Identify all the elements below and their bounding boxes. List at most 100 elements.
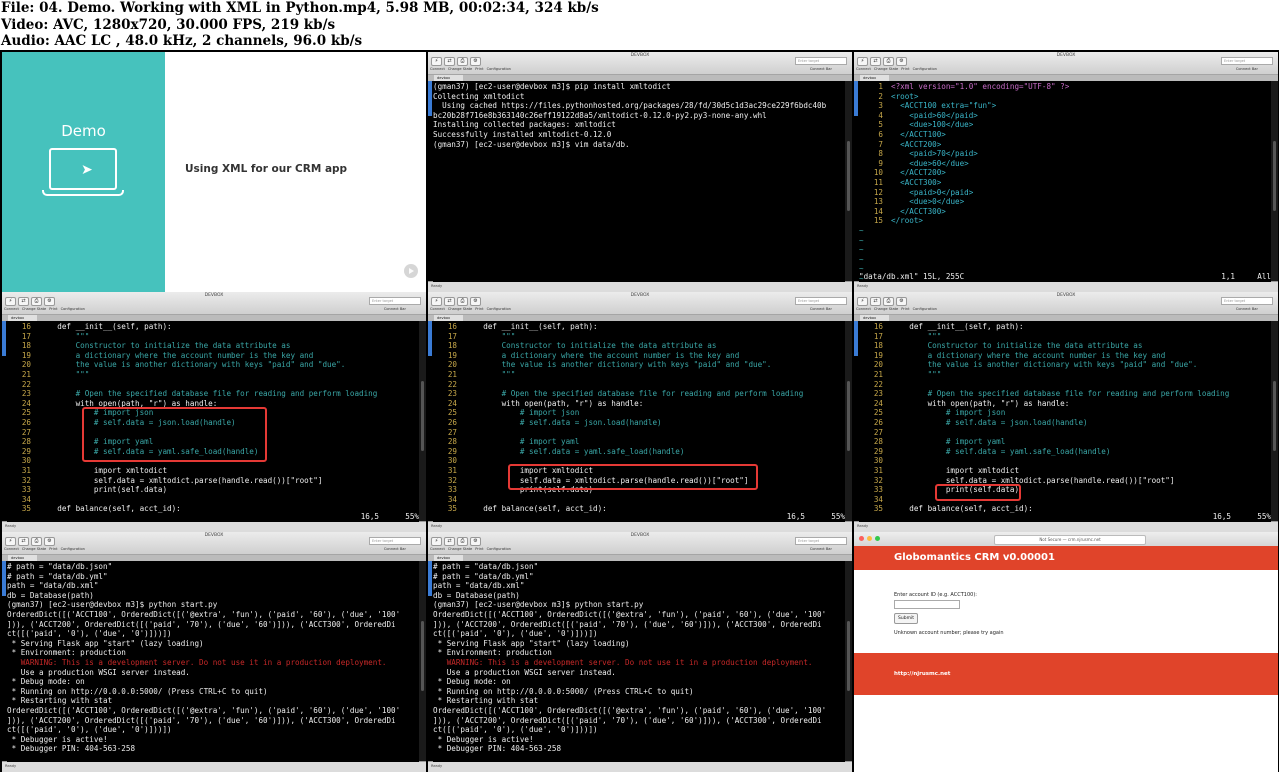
address-bar[interactable]: Not Secure — crm.njrusmc.net [994,535,1146,545]
code-text: # Open the specified database file for r… [465,389,804,399]
tab-devbox[interactable]: devbox [8,315,37,321]
connect-button[interactable]: ⚡ [431,57,442,66]
footer-link[interactable]: http://njrusmc.net [894,671,950,677]
tab-devbox[interactable]: devbox [8,555,37,561]
scrollbar[interactable] [1271,81,1278,282]
terminal-line: * Environment: production [7,648,126,658]
terminal-line: OrderedDict([('ACCT100', OrderedDict([('… [433,609,827,619]
submit-button[interactable]: Submit [894,613,918,624]
scrollbar-thumb[interactable] [847,141,850,211]
code-line: 16 def __init__(self, path): [7,322,419,332]
scrollbar-thumb[interactable] [1273,381,1276,451]
print-button[interactable]: ⎙ [457,297,468,306]
code-text: # import yaml [891,437,1006,447]
window-title: DEVBOX [630,293,650,298]
scrollbar[interactable] [845,561,852,762]
change-state-button[interactable]: ⇄ [18,297,29,306]
find-input[interactable]: Enter target [369,297,421,305]
connect-button[interactable]: ⚡ [5,537,16,546]
change-state-button[interactable]: ⇄ [18,537,29,546]
line-number: 25 [447,408,457,418]
find-input[interactable]: Enter target [795,57,847,65]
change-state-button[interactable]: ⇄ [870,297,881,306]
scrollbar-thumb[interactable] [421,381,424,451]
configuration-button[interactable]: ⚙ [44,297,55,306]
vim-editor[interactable]: 16 def __init__(self, path): 17 """ 18 Con… [859,322,1271,522]
side-panel-tab[interactable] [854,321,858,356]
change-state-button[interactable]: ⇄ [870,57,881,66]
scrollbar[interactable] [1271,321,1278,522]
code-line: 26 # self.data = json.load(handle) [433,418,845,428]
find-input[interactable]: Enter target [369,537,421,545]
account-id-input[interactable] [894,600,960,609]
line-number: 32 [873,475,883,485]
vim-editor[interactable]: 16 def __init__(self, path): 17 """ 18 Con… [433,322,845,522]
change-state-button[interactable]: ⇄ [444,57,455,66]
configuration-button[interactable]: ⚙ [896,57,907,66]
audio-line: Audio: AAC LC , 48.0 kHz, 2 channels, 96… [1,33,363,49]
site-header: Globomantics CRM v0.00001 [854,546,1278,570]
scrollbar[interactable] [845,81,852,282]
connect-button[interactable]: ⚡ [857,57,868,66]
scrollbar-thumb[interactable] [1273,141,1276,211]
app-toolbar: DEVBOX ⚡ ⇄ ⎙ ⚙ Connect Change State Prin… [854,52,1278,75]
scrollbar-thumb[interactable] [847,621,850,691]
print-button[interactable]: ⎙ [457,57,468,66]
print-button[interactable]: ⎙ [31,537,42,546]
side-panel-tab[interactable] [2,561,6,596]
account-id-label: Enter account ID (e.g. ACCT100): [894,592,977,598]
change-state-button[interactable]: ⇄ [444,537,455,546]
side-panel-tab[interactable] [854,81,858,116]
find-input[interactable]: Enter target [1221,297,1273,305]
app-toolbar: DEVBOX ⚡ ⇄ ⎙ ⚙ Connect Change State Prin… [854,292,1278,315]
tab-devbox[interactable]: devbox [434,315,463,321]
print-button[interactable]: ⎙ [31,297,42,306]
toolbar-label: Print [49,547,58,551]
vim-editor[interactable]: 1 <?xml version="1.0" encoding="UTF-8" ?>… [859,82,1271,282]
window-controls[interactable] [859,536,880,541]
side-panel-tab[interactable] [428,81,432,116]
tab-devbox[interactable]: devbox [860,75,889,81]
configuration-button[interactable]: ⚙ [44,537,55,546]
code-text: """ [891,369,942,379]
line-number: 27 [873,427,883,437]
connect-button[interactable]: ⚡ [5,297,16,306]
print-button[interactable]: ⎙ [883,297,894,306]
tab-devbox[interactable]: devbox [434,555,463,561]
scrollbar[interactable] [419,321,426,522]
tab-devbox[interactable]: devbox [860,315,889,321]
terminal-output[interactable]: (gman37) [ec2-user@devbox m3]$ pip insta… [433,82,845,282]
configuration-button[interactable]: ⚙ [896,297,907,306]
scrollbar[interactable] [845,321,852,522]
scrollbar-thumb[interactable] [847,381,850,451]
scrollbar-thumb[interactable] [421,621,424,691]
toolbar-label: Configuration [60,547,85,551]
terminal-output[interactable]: # path = "data/db.json" # path = "data/db… [7,562,419,762]
terminal-output[interactable]: # path = "data/db.json" # path = "data/db… [433,562,845,762]
connect-button[interactable]: ⚡ [857,297,868,306]
find-input[interactable]: Enter target [795,297,847,305]
find-input[interactable]: Enter target [1221,57,1273,65]
toolbar-label: Change State [21,547,47,551]
configuration-button[interactable]: ⚙ [470,537,481,546]
terminal-line: ])), ('ACCT200', OrderedDict([('paid', '… [7,715,396,725]
toolbar-label: Print [475,547,484,551]
connect-bar-label: Connect Bar [383,547,406,551]
code-line: 35 def balance(self, acct_id): [433,504,845,514]
side-panel-tab[interactable] [428,561,432,596]
play-icon[interactable] [404,264,418,278]
tab-devbox[interactable]: devbox [434,75,463,81]
find-input[interactable]: Enter target [795,537,847,545]
configuration-button[interactable]: ⚙ [470,57,481,66]
side-panel-tab[interactable] [428,321,432,356]
change-state-button[interactable]: ⇄ [444,297,455,306]
print-button[interactable]: ⎙ [457,537,468,546]
side-panel-tab[interactable] [2,321,6,356]
configuration-button[interactable]: ⚙ [470,297,481,306]
connect-button[interactable]: ⚡ [431,537,442,546]
connect-button[interactable]: ⚡ [431,297,442,306]
line-number: 18 [873,341,883,351]
scrollbar[interactable] [419,561,426,762]
print-button[interactable]: ⎙ [883,57,894,66]
